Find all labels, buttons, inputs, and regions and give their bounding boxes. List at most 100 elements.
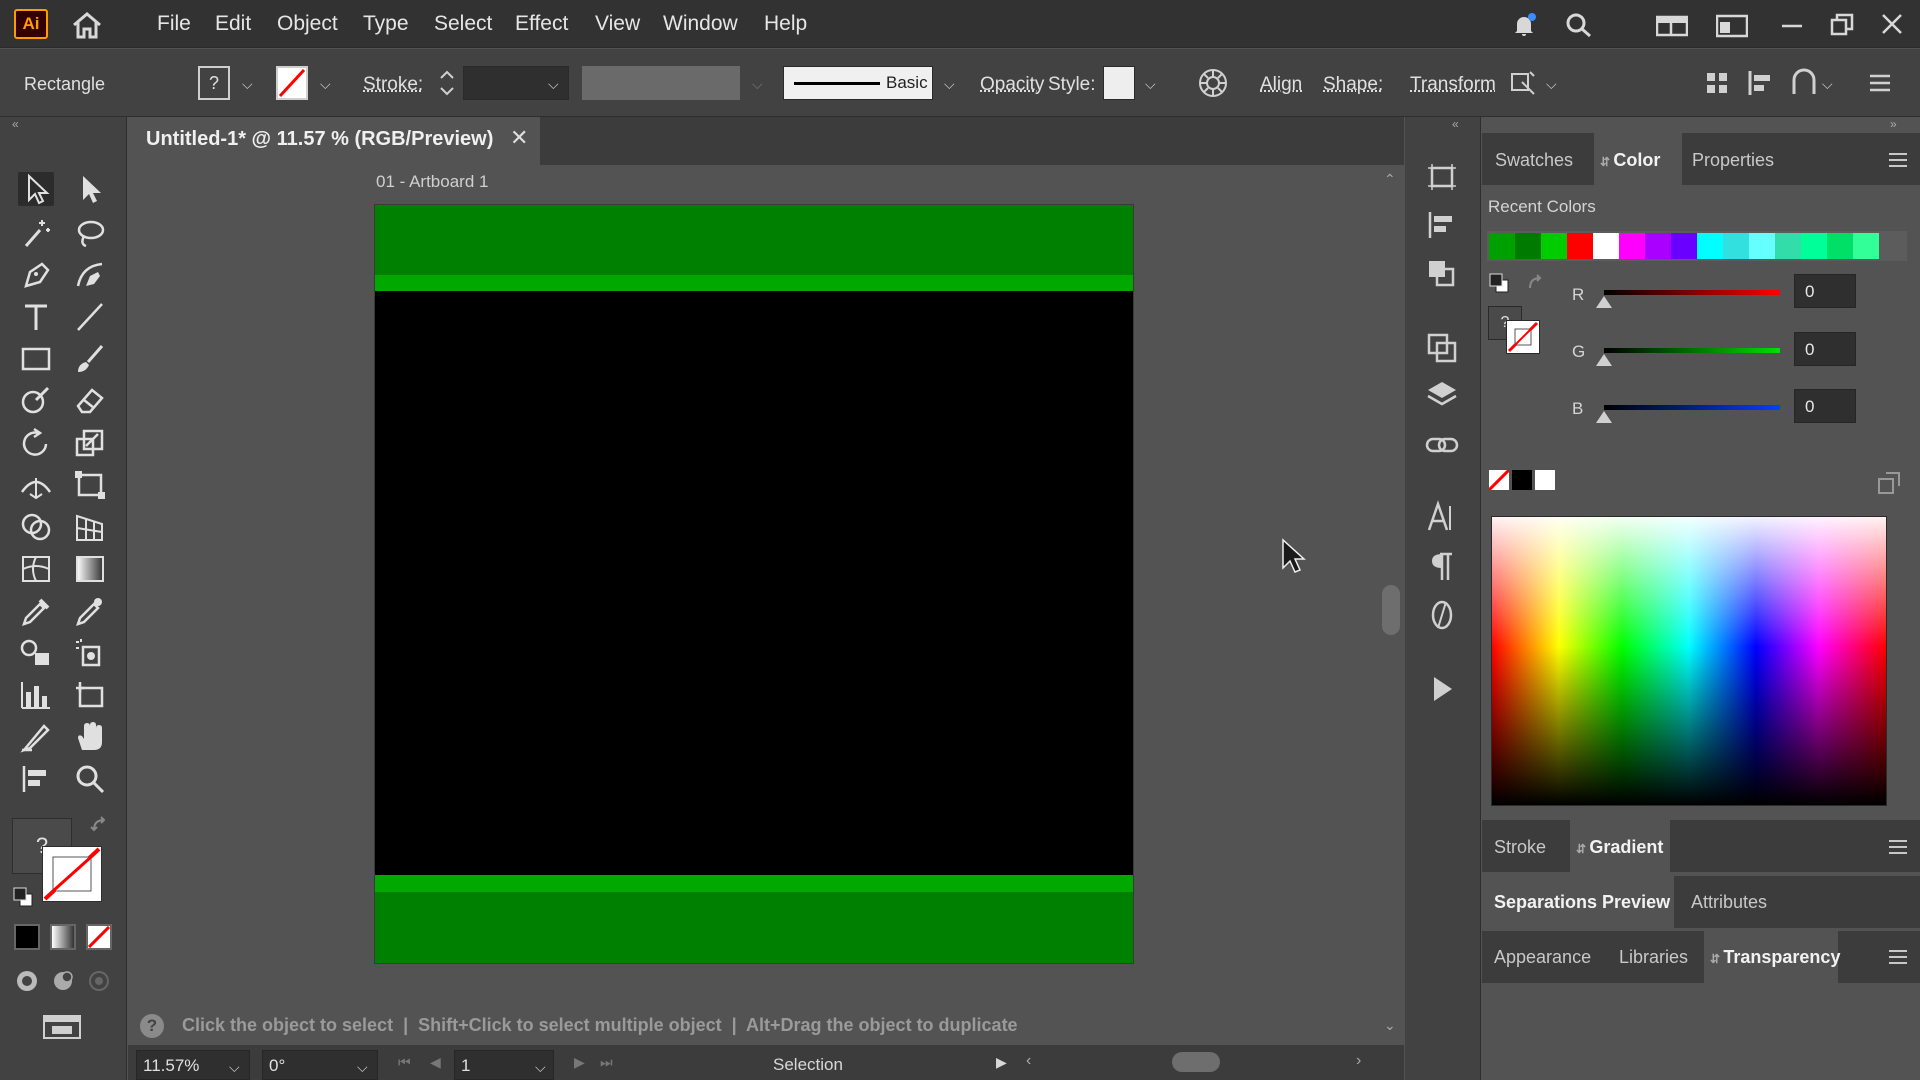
artboard-label[interactable]: 01 - Artboard 1: [376, 172, 488, 192]
color-spectrum[interactable]: [1491, 516, 1887, 806]
gradient-mode-button[interactable]: [50, 924, 76, 950]
scroll-up-icon[interactable]: ⌃: [1384, 171, 1396, 188]
none-color-swatch[interactable]: [1487, 468, 1511, 492]
artboard[interactable]: [374, 204, 1134, 964]
help-icon[interactable]: ?: [140, 1014, 164, 1038]
recent-color-swatch[interactable]: [1541, 233, 1567, 259]
stroke-dropdown-icon[interactable]: ⌵: [320, 76, 331, 93]
opacity-label[interactable]: Opacity: [980, 74, 1044, 96]
black-rectangle[interactable]: [375, 291, 1133, 875]
transform-panel-icon[interactable]: [1424, 330, 1460, 364]
shaper-tool-icon[interactable]: [18, 384, 54, 418]
hand-tool-icon[interactable]: [72, 720, 108, 754]
green-slider[interactable]: [1604, 348, 1780, 353]
notification-bell-icon[interactable]: [1510, 12, 1538, 38]
workspace-switcher-icon[interactable]: [1655, 12, 1689, 38]
top-light-green-band[interactable]: [375, 275, 1133, 291]
free-transform-tool-icon[interactable]: [72, 468, 108, 502]
vertical-scrollbar[interactable]: ⌃ ⌄: [1378, 165, 1404, 1045]
shape-label[interactable]: Shape:: [1323, 74, 1383, 96]
horizontal-scroll-thumb[interactable]: [1172, 1052, 1220, 1072]
color-panel-reset-icon[interactable]: [1526, 274, 1546, 294]
collapse-toolbar-icon[interactable]: «: [12, 117, 19, 131]
magic-wand-tool-icon[interactable]: [18, 216, 54, 250]
variable-width-profile[interactable]: [582, 66, 740, 100]
gradient-tool-icon[interactable]: [72, 552, 108, 586]
zoom-field[interactable]: 11.57% ⌵: [136, 1050, 250, 1080]
draw-inside-icon[interactable]: [86, 968, 112, 994]
draw-behind-icon[interactable]: [50, 968, 76, 994]
shape-builder-icon[interactable]: [1790, 68, 1820, 98]
recent-color-swatch[interactable]: [1827, 233, 1853, 259]
recent-color-swatch[interactable]: [1489, 233, 1515, 259]
red-value-input[interactable]: 0: [1794, 274, 1856, 308]
recent-color-swatch[interactable]: [1593, 233, 1619, 259]
draw-normal-icon[interactable]: [14, 968, 40, 994]
arrange-documents-icon[interactable]: [1715, 12, 1749, 38]
recent-color-swatch[interactable]: [1567, 233, 1593, 259]
style-dropdown-icon[interactable]: ⌵: [1145, 76, 1156, 93]
white-color-swatch[interactable]: [1535, 470, 1555, 490]
recent-color-swatch[interactable]: [1801, 233, 1827, 259]
scroll-left-icon[interactable]: ‹: [1026, 1052, 1031, 1070]
opentype-panel-icon[interactable]: [1424, 598, 1460, 632]
collapse-dock-icon[interactable]: »: [1890, 117, 1897, 131]
control-bar-menu-icon[interactable]: [1866, 70, 1894, 96]
curvature-tool-icon[interactable]: [72, 258, 108, 292]
transform-label[interactable]: Transform: [1410, 74, 1496, 96]
document-tab-title[interactable]: Untitled-1* @ 11.57 % (RGB/Preview): [146, 128, 493, 151]
print-tiling-tool-icon[interactable]: [18, 762, 54, 796]
shape-builder-tool-icon[interactable]: [18, 510, 54, 544]
previous-artboard-icon[interactable]: ◀: [430, 1054, 441, 1071]
collapse-strip-icon[interactable]: «: [1452, 117, 1459, 131]
align-panel-icon[interactable]: [1424, 208, 1460, 242]
menu-window[interactable]: Window: [663, 12, 738, 36]
blue-slider[interactable]: [1604, 405, 1780, 410]
scroll-right-icon[interactable]: ›: [1356, 1052, 1361, 1070]
color-panel-stroke-box[interactable]: [1506, 320, 1540, 354]
eyedropper-tool-icon[interactable]: [18, 594, 54, 628]
blue-value-input[interactable]: 0: [1794, 389, 1856, 423]
scroll-down-icon[interactable]: ⌄: [1384, 1017, 1396, 1034]
rectangle-tool-icon[interactable]: [18, 342, 54, 376]
recent-color-swatch[interactable]: [1515, 233, 1541, 259]
bottom-light-green-band[interactable]: [375, 875, 1133, 892]
red-slider[interactable]: [1604, 290, 1780, 295]
top-dark-green-band[interactable]: [375, 205, 1133, 275]
pathfinder-panel-icon[interactable]: [1424, 256, 1460, 290]
tab-attributes[interactable]: Attributes: [1691, 892, 1767, 913]
character-panel-icon[interactable]: [1424, 500, 1460, 534]
tab-swatches[interactable]: Swatches: [1495, 150, 1573, 171]
graphic-style-swatch[interactable]: [1103, 66, 1135, 100]
close-document-icon[interactable]: ✕: [510, 125, 528, 151]
fill-dropdown-icon[interactable]: ⌵: [242, 76, 253, 93]
stroke-weight-dropdown-icon[interactable]: ⌵: [548, 76, 559, 93]
warp-dropdown-icon[interactable]: ⌵: [1546, 76, 1557, 93]
change-screen-mode-icon[interactable]: [40, 1012, 84, 1042]
paintbrush-tool-icon[interactable]: [72, 342, 108, 376]
color-panel-swap-icon[interactable]: [1488, 272, 1510, 294]
pen-tool-icon[interactable]: [18, 258, 54, 292]
none-mode-button[interactable]: [86, 924, 112, 950]
rotation-dropdown-icon[interactable]: ⌵: [357, 1059, 368, 1076]
expand-spectrum-icon[interactable]: [1876, 470, 1902, 496]
zoom-tool-icon[interactable]: [72, 762, 108, 796]
align-label[interactable]: Align: [1260, 74, 1302, 96]
artboards-panel-icon[interactable]: [1424, 160, 1460, 194]
column-graph-tool-icon[interactable]: [18, 678, 54, 712]
artboard-number-field[interactable]: 1 ⌵: [454, 1050, 554, 1080]
black-color-swatch[interactable]: [1512, 470, 1532, 490]
swap-fill-stroke-icon[interactable]: [90, 816, 110, 836]
stroke-label[interactable]: Stroke:: [363, 74, 423, 96]
tab-properties[interactable]: Properties: [1692, 150, 1774, 171]
close-window-icon[interactable]: [1878, 12, 1906, 38]
shape-builder-dropdown-icon[interactable]: ⌵: [1822, 76, 1833, 93]
align-left-icon[interactable]: [1746, 68, 1776, 98]
stroke-weight-stepper[interactable]: [437, 66, 457, 100]
green-slider-thumb[interactable]: [1596, 354, 1612, 366]
tab-appearance[interactable]: Appearance: [1494, 947, 1591, 968]
status-menu-arrow-icon[interactable]: ▶: [996, 1054, 1007, 1071]
paragraph-panel-icon[interactable]: [1424, 550, 1460, 584]
direct-selection-tool-icon[interactable]: [72, 172, 108, 206]
recent-color-swatch[interactable]: [1697, 233, 1723, 259]
